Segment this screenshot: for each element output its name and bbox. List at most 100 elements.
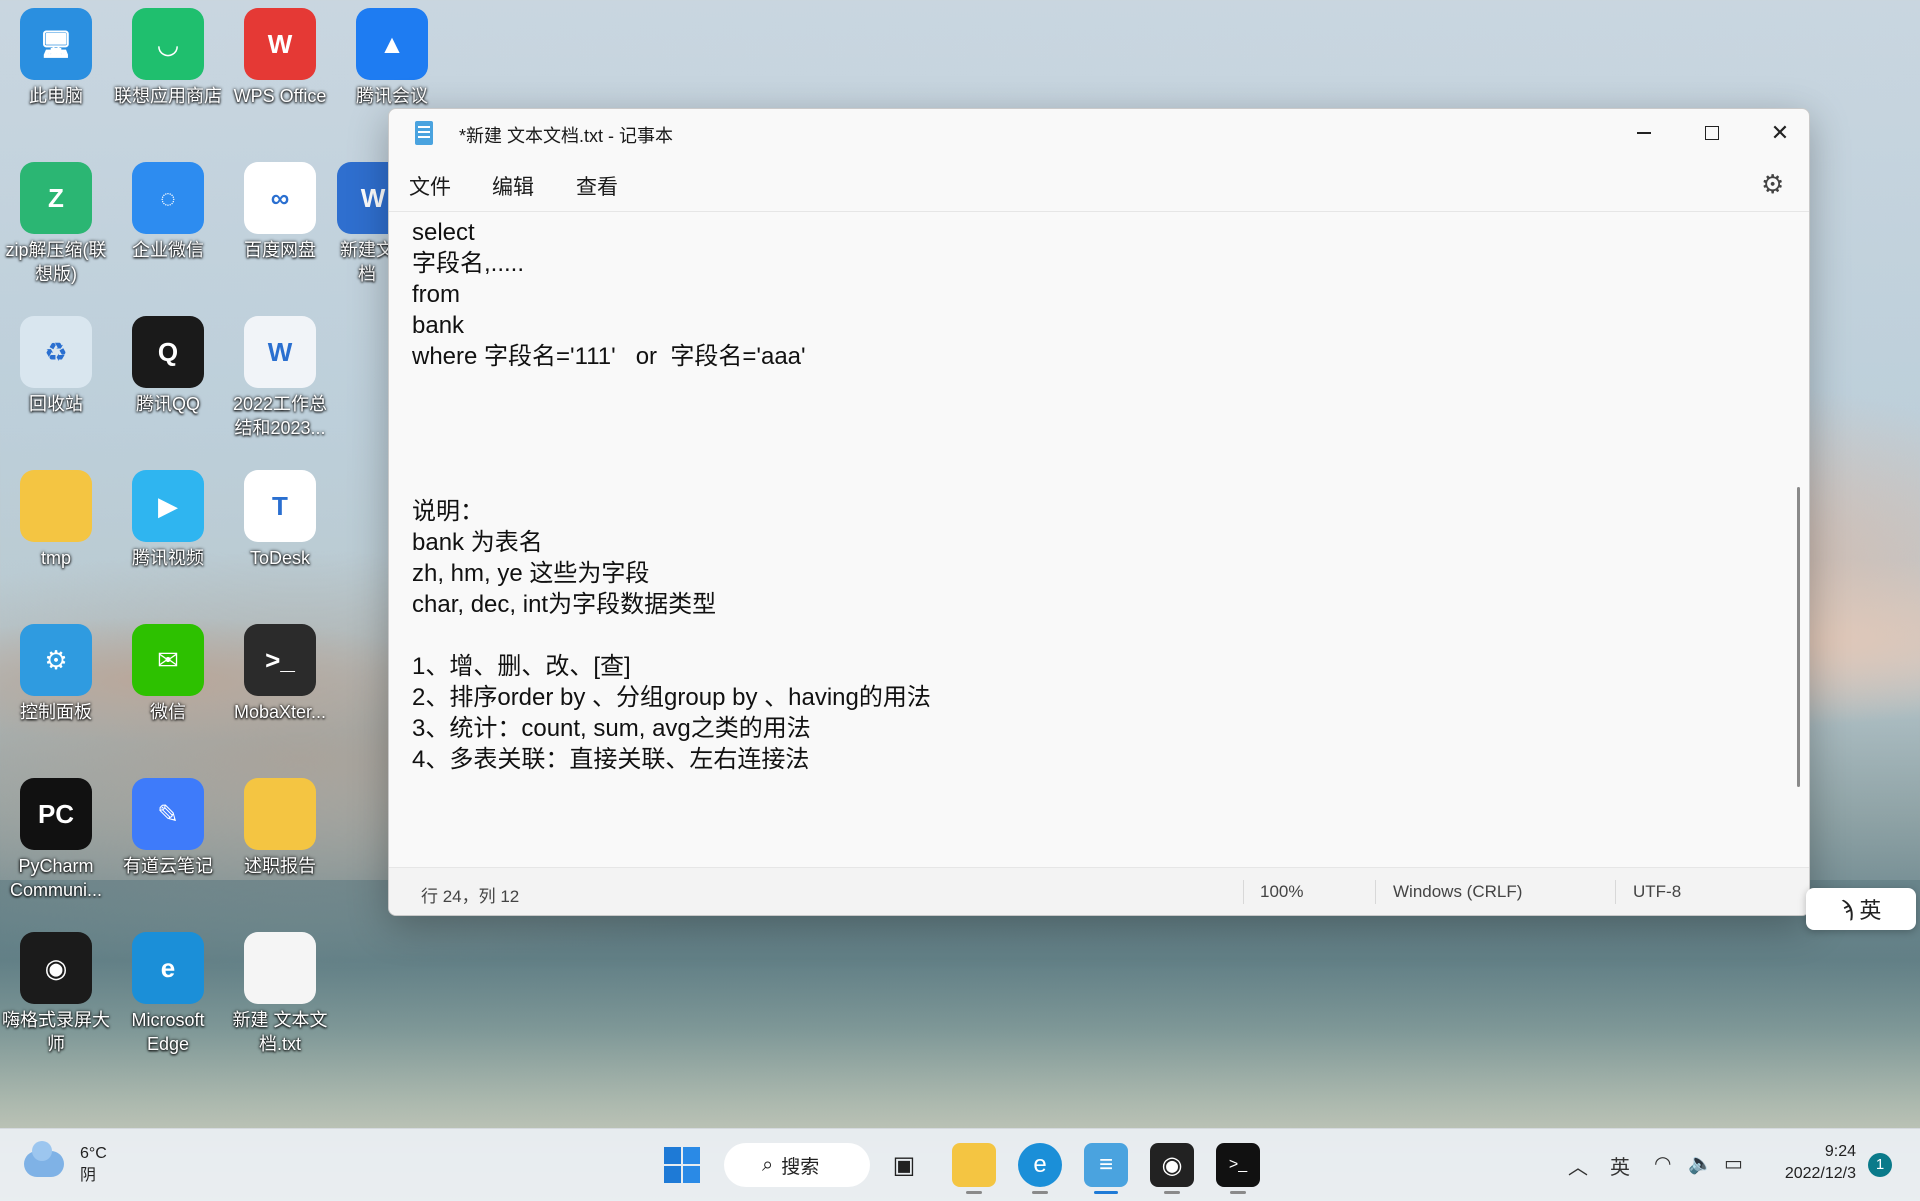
- microsoft-edge-icon: e: [132, 932, 204, 1004]
- wechat-icon: ✉: [132, 624, 204, 696]
- battery-icon[interactable]: ▭: [1724, 1151, 1743, 1176]
- new-txt-file-icon: [244, 932, 316, 1004]
- vertical-scrollbar[interactable]: [1797, 487, 1800, 787]
- menu-view[interactable]: 查看: [576, 171, 618, 201]
- recycle-bin-icon: ♻: [20, 316, 92, 388]
- screen-recorder-icon: ◉: [20, 932, 92, 1004]
- maximize-icon: [1705, 126, 1719, 140]
- desktop-icon-wps-office[interactable]: W WPS Office: [225, 8, 335, 108]
- cloud-icon: [24, 1141, 64, 1177]
- minimize-button[interactable]: [1611, 109, 1677, 157]
- settings-gear-icon[interactable]: ⚙: [1761, 169, 1784, 200]
- terminal-taskbar-button[interactable]: >_: [1216, 1143, 1260, 1187]
- desktop-icon-youdao-note[interactable]: ✎ 有道云笔记: [113, 778, 223, 878]
- menu-edit[interactable]: 编辑: [492, 171, 534, 201]
- running-indicator: [1230, 1191, 1246, 1194]
- desktop-icon-wechat[interactable]: ✉ 微信: [113, 624, 223, 724]
- desktop-icon-recycle-bin[interactable]: ♻ 回收站: [1, 316, 111, 416]
- menu-file[interactable]: 文件: [409, 171, 451, 201]
- edge-icon: e: [1033, 1151, 1047, 1178]
- taskbar-search[interactable]: ⌕ 搜索: [724, 1143, 870, 1187]
- baidu-netdisk-icon: ∞: [244, 162, 316, 234]
- desktop-icon-mobaxterm[interactable]: >_ MobaXter...: [225, 624, 335, 724]
- desktop-icon-this-pc[interactable]: 🖥 此电脑: [1, 8, 111, 108]
- desktop-icon-new-txt-file[interactable]: 新建 文本文档.txt: [225, 932, 335, 1056]
- youdao-note-icon: ✎: [132, 778, 204, 850]
- todesk-icon: T: [244, 470, 316, 542]
- desktop-icon-label: WPS Office: [233, 86, 327, 106]
- desktop-icon-report-folder[interactable]: 述职报告: [225, 778, 335, 878]
- menu-bar: 文件 编辑 查看 ⚙: [389, 157, 1809, 212]
- tencent-qq-icon: Q: [132, 316, 204, 388]
- desktop-icon-baidu-netdisk[interactable]: ∞ 百度网盘: [225, 162, 335, 262]
- tray-ime[interactable]: 英: [1610, 1151, 1630, 1180]
- notepad-taskbar-button[interactable]: ≡: [1084, 1143, 1128, 1187]
- desktop-icon-label: 此电脑: [29, 86, 83, 106]
- editor-content[interactable]: select 字段名,..... from bank where 字段名='11…: [412, 217, 931, 775]
- line-ending: Windows (CRLF): [1393, 882, 1523, 901]
- file-explorer-button[interactable]: [952, 1143, 996, 1187]
- desktop-icon-label: 新建 文本文档.txt: [232, 1010, 328, 1054]
- desktop-icon-tencent-meeting[interactable]: ▲ 腾讯会议: [337, 8, 447, 108]
- weather-temp: 6°C: [80, 1145, 107, 1162]
- task-view-icon: ▣: [892, 1151, 916, 1179]
- tmp-folder-icon: [20, 470, 92, 542]
- wifi-icon[interactable]: ◠: [1654, 1151, 1671, 1176]
- text-editor[interactable]: select 字段名,..... from bank where 字段名='11…: [389, 211, 1809, 867]
- desktop-icon-zip-tool[interactable]: Zzip解压缩(联想版): [1, 162, 111, 286]
- active-indicator: [1094, 1191, 1118, 1194]
- notepad-window: *新建 文本文档.txt - 记事本 ✕ 文件 编辑 查看 ⚙ select 字…: [388, 108, 1810, 916]
- clock[interactable]: 9:24 2022/12/3: [1768, 1141, 1856, 1185]
- volume-icon[interactable]: 🔈: [1688, 1151, 1713, 1176]
- desktop-icon-label: 有道云笔记: [123, 856, 213, 876]
- title-bar[interactable]: *新建 文本文档.txt - 记事本 ✕: [389, 109, 1809, 157]
- close-button[interactable]: ✕: [1747, 109, 1809, 157]
- screen-recorder-taskbar-button[interactable]: ◉: [1150, 1143, 1194, 1187]
- close-icon: ✕: [1770, 120, 1790, 145]
- desktop-icon-label: 嗨格式录屏大师: [2, 1010, 110, 1054]
- search-icon: ⌕: [762, 1153, 774, 1176]
- camera-icon: ◉: [1161, 1151, 1183, 1179]
- desktop-icon-work-summary-doc[interactable]: W 2022工作总结和2023...: [225, 316, 335, 440]
- clock-time: 9:24: [1824, 1143, 1856, 1160]
- running-indicator: [1032, 1191, 1048, 1194]
- encoding: UTF-8: [1633, 882, 1682, 901]
- edge-button[interactable]: e: [1018, 1143, 1062, 1187]
- terminal-icon: >_: [1228, 1156, 1248, 1173]
- desktop-icon-tencent-video[interactable]: ▶ 腾讯视频: [113, 470, 223, 570]
- show-hidden-icons-chevron-icon[interactable]: ︿: [1568, 1151, 1588, 1180]
- clock-date: 2022/12/3: [1784, 1165, 1856, 1182]
- desktop-icon-tmp-folder[interactable]: tmp: [1, 470, 111, 570]
- desktop-icon-lenovo-app-store[interactable]: ◡ 联想应用商店: [113, 8, 223, 108]
- search-label: 搜索: [781, 1156, 820, 1178]
- desktop-icon-label: 联想应用商店: [114, 86, 222, 106]
- desktop-icon-control-panel[interactable]: ⚙ 控制面板: [1, 624, 111, 724]
- maximize-button[interactable]: [1679, 109, 1745, 157]
- desktop-icon-pycharm[interactable]: PC PyCharm Communi...: [1, 778, 111, 902]
- desktop-icon-label: tmp: [40, 548, 71, 568]
- notification-badge[interactable]: 1: [1868, 1153, 1892, 1177]
- running-indicator: [966, 1191, 982, 1194]
- desktop-icon-label: 2022工作总结和2023...: [232, 394, 328, 438]
- desktop-icon-label: 腾讯会议: [356, 86, 428, 106]
- tencent-meeting-icon: ▲: [356, 8, 428, 80]
- weather-condition: 阴: [80, 1167, 97, 1184]
- wecom-icon: ◌: [132, 162, 204, 234]
- cursor-position: 行 24，列 12: [421, 887, 520, 906]
- task-view-button[interactable]: ▣: [882, 1143, 926, 1187]
- desktop-icon-tencent-qq[interactable]: Q 腾讯QQ: [113, 316, 223, 416]
- ime-indicator[interactable]: ϡ 英: [1806, 888, 1916, 930]
- ime-label: 英: [1859, 898, 1882, 923]
- desktop-icon-microsoft-edge[interactable]: e Microsoft Edge: [113, 932, 223, 1056]
- ime-toggle-icon: ϡ: [1840, 896, 1860, 921]
- tencent-video-icon: ▶: [132, 470, 204, 542]
- start-button[interactable]: [660, 1143, 704, 1187]
- mobaxterm-icon: >_: [244, 624, 316, 696]
- weather-widget[interactable]: 6°C 阴: [24, 1141, 107, 1187]
- desktop-icon-screen-recorder[interactable]: ◉ 嗨格式录屏大师: [1, 932, 111, 1056]
- desktop-icon-todesk[interactable]: T ToDesk: [225, 470, 335, 570]
- desktop-icon-label: 腾讯QQ: [135, 394, 200, 414]
- desktop-icon-wecom[interactable]: ◌ 企业微信: [113, 162, 223, 262]
- status-bar: 行 24，列 12 100% Windows (CRLF) UTF-8: [389, 867, 1809, 915]
- notepad-taskbar-icon: ≡: [1098, 1151, 1113, 1178]
